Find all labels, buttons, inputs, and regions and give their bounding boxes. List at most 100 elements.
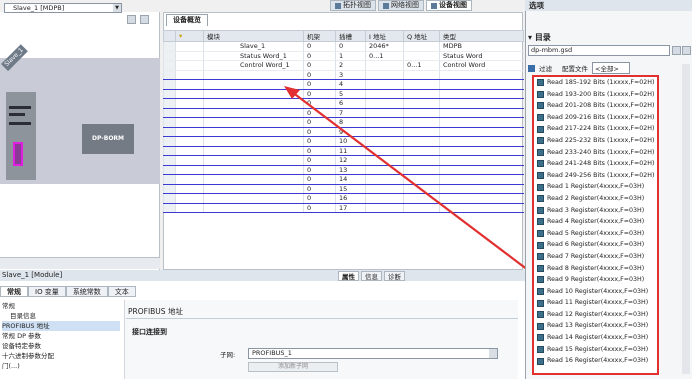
- module-icon: [537, 79, 544, 87]
- catalog-item[interactable]: Read 10 Register(4xxxx,F=03H): [534, 286, 657, 298]
- catalog-item[interactable]: Read 9 Register(4xxxx,F=03H): [534, 274, 657, 286]
- catalog-item[interactable]: Read 193-200 Bits (1xxxx,F=02H): [534, 89, 657, 101]
- section-subtitle: 接口连接到: [132, 328, 167, 336]
- module-icon: [537, 90, 544, 98]
- catalog-item-label: Read 16 Register(4xxxx,F=03H): [547, 357, 649, 365]
- catalog-item-label: Read 1 Register(4xxxx,F=03H): [547, 183, 645, 191]
- tab-system-constants[interactable]: 系统常数: [65, 286, 108, 297]
- tab-info[interactable]: 信息: [361, 271, 382, 281]
- catalog-item[interactable]: Read 233-240 Bits (1xxxx,F=02H): [534, 147, 657, 159]
- subnet-select[interactable]: PROFIBUS_1: [248, 348, 498, 359]
- nav-hex-params[interactable]: 十六进制参数分配: [2, 351, 120, 361]
- catalog-item-label: Read 7 Register(4xxxx,F=03H): [547, 252, 645, 260]
- nav-device-params[interactable]: 设备特定参数: [2, 341, 120, 351]
- module-icon: [537, 218, 544, 226]
- catalog-item-label: Read 249-256 Bits (1xxxx,F=02H): [547, 171, 655, 179]
- module-icon: [537, 276, 544, 284]
- catalog-item[interactable]: Read 16 Register(4xxxx,F=03H): [534, 355, 657, 367]
- catalog-item[interactable]: Read 3 Register(4xxxx,F=03H): [534, 205, 657, 217]
- module-icon: [537, 253, 544, 261]
- catalog-item-label: Read 217-224 Bits (1xxxx,F=02H): [547, 125, 655, 133]
- module-icon: [537, 230, 544, 238]
- inspector-header: [0, 270, 525, 281]
- inspector-tabs: 属性 信息 诊断: [338, 271, 405, 281]
- catalog-item[interactable]: Read 241-248 Bits (1xxxx,F=02H): [534, 158, 657, 170]
- catalog-item-label: Read 14 Register(4xxxx,F=03H): [547, 334, 649, 342]
- catalog-module-list[interactable]: Read 185-192 Bits (1xxxx,F=02H) Read 193-…: [532, 75, 659, 375]
- tab-io-tags[interactable]: IO 变量: [28, 286, 66, 297]
- catalog-directory-header[interactable]: ▾ 目录: [528, 32, 551, 43]
- nav-catalog-info[interactable]: 目录信息: [2, 311, 120, 321]
- add-subnet-button[interactable]: 添加新子网: [248, 362, 338, 372]
- section-title: PROFIBUS 地址: [128, 307, 183, 316]
- catalog-item-label: Read 13 Register(4xxxx,F=03H): [547, 322, 649, 330]
- module-icon: [537, 345, 544, 353]
- catalog-scrollbar[interactable]: [682, 64, 690, 374]
- search-next-icon[interactable]: [682, 46, 691, 55]
- divider: [126, 318, 518, 319]
- catalog-item[interactable]: Read 6 Register(4xxxx,F=03H): [534, 239, 657, 251]
- catalog-item[interactable]: Read 8 Register(4xxxx,F=03H): [534, 263, 657, 275]
- module-icon: [537, 183, 544, 191]
- module-icon: [537, 334, 544, 342]
- nav-general[interactable]: 常规: [2, 301, 120, 311]
- catalog-item-label: Read 233-240 Bits (1xxxx,F=02H): [547, 148, 655, 156]
- catalog-filter: 过滤 配置文件 <全部>: [528, 62, 630, 74]
- catalog-item-label: Read 10 Register(4xxxx,F=03H): [547, 287, 649, 295]
- catalog-item[interactable]: Read 201-208 Bits (1xxxx,F=02H): [534, 100, 657, 112]
- catalog-item[interactable]: Read 225-232 Bits (1xxxx,F=02H): [534, 135, 657, 147]
- catalog-search-input[interactable]: dp-mbm.gsd: [528, 45, 670, 56]
- catalog-item[interactable]: Read 185-192 Bits (1xxxx,F=02H): [534, 77, 657, 89]
- module-icon: [537, 311, 544, 319]
- module-icon: [537, 137, 544, 145]
- module-icon: [537, 172, 544, 180]
- nav-more[interactable]: 门(...): [2, 361, 120, 371]
- module-icon: [537, 114, 544, 122]
- nav-dp-params[interactable]: 常规 DP 参数: [2, 331, 120, 341]
- tab-general[interactable]: 常规: [0, 286, 28, 297]
- inspector-nav: 常规 目录信息 PROFIBUS 地址 常规 DP 参数 设备特定参数 十六进制…: [2, 301, 120, 371]
- catalog-item[interactable]: Read 7 Register(4xxxx,F=03H): [534, 251, 657, 263]
- module-icon: [537, 125, 544, 133]
- catalog-item[interactable]: Read 249-256 Bits (1xxxx,F=02H): [534, 170, 657, 182]
- search-icon[interactable]: [672, 46, 681, 55]
- inspector-title: Slave_1 [Module]: [2, 271, 63, 279]
- catalog-item[interactable]: Read 11 Register(4xxxx,F=03H): [534, 297, 657, 309]
- catalog-item[interactable]: Read 217-224 Bits (1xxxx,F=02H): [534, 123, 657, 135]
- module-icon: [537, 241, 544, 249]
- nav-profibus-address[interactable]: PROFIBUS 地址: [2, 321, 120, 331]
- chevron-down-icon: [489, 349, 497, 358]
- catalog-item[interactable]: Read 2 Register(4xxxx,F=03H): [534, 193, 657, 205]
- catalog-item-label: Read 5 Register(4xxxx,F=03H): [547, 229, 645, 237]
- tab-properties[interactable]: 属性: [338, 271, 359, 281]
- catalog-item-label: Read 225-232 Bits (1xxxx,F=02H): [547, 136, 655, 144]
- module-icon: [537, 102, 544, 110]
- catalog-item-label: Read 185-192 Bits (1xxxx,F=02H): [547, 79, 655, 86]
- module-icon: [537, 322, 544, 330]
- catalog-item[interactable]: Read 1 Register(4xxxx,F=03H): [534, 181, 657, 193]
- catalog-item-label: Read 4 Register(4xxxx,F=03H): [547, 218, 645, 226]
- catalog-item[interactable]: Read 12 Register(4xxxx,F=03H): [534, 309, 657, 321]
- catalog-item-label: Read 11 Register(4xxxx,F=03H): [547, 299, 649, 307]
- catalog-item-label: Read 15 Register(4xxxx,F=03H): [547, 345, 649, 353]
- catalog-item[interactable]: Read 13 Register(4xxxx,F=03H): [534, 320, 657, 332]
- subnet-label: 子网:: [220, 351, 236, 359]
- module-icon: [537, 206, 544, 214]
- catalog-item-label: Read 193-200 Bits (1xxxx,F=02H): [547, 90, 655, 98]
- tab-texts[interactable]: 文本: [107, 286, 136, 297]
- module-icon: [537, 357, 544, 365]
- module-icon: [537, 160, 544, 168]
- catalog-item[interactable]: Read 209-216 Bits (1xxxx,F=02H): [534, 112, 657, 124]
- catalog-item-label: Read 209-216 Bits (1xxxx,F=02H): [547, 113, 655, 121]
- catalog-item[interactable]: Read 14 Register(4xxxx,F=03H): [534, 332, 657, 344]
- catalog-item[interactable]: Read 4 Register(4xxxx,F=03H): [534, 216, 657, 228]
- catalog-item[interactable]: Read 15 Register(4xxxx,F=03H): [534, 344, 657, 356]
- inspector-sub-tabs: 常规 IO 变量 系统常数 文本: [0, 286, 136, 297]
- module-icon: [537, 299, 544, 307]
- profile-select[interactable]: <全部>: [592, 62, 630, 74]
- filter-checkbox[interactable]: [528, 64, 535, 72]
- tab-diagnostics[interactable]: 诊断: [384, 271, 405, 281]
- catalog-item-label: Read 3 Register(4xxxx,F=03H): [547, 206, 645, 214]
- module-icon: [537, 264, 544, 272]
- catalog-item[interactable]: Read 5 Register(4xxxx,F=03H): [534, 228, 657, 240]
